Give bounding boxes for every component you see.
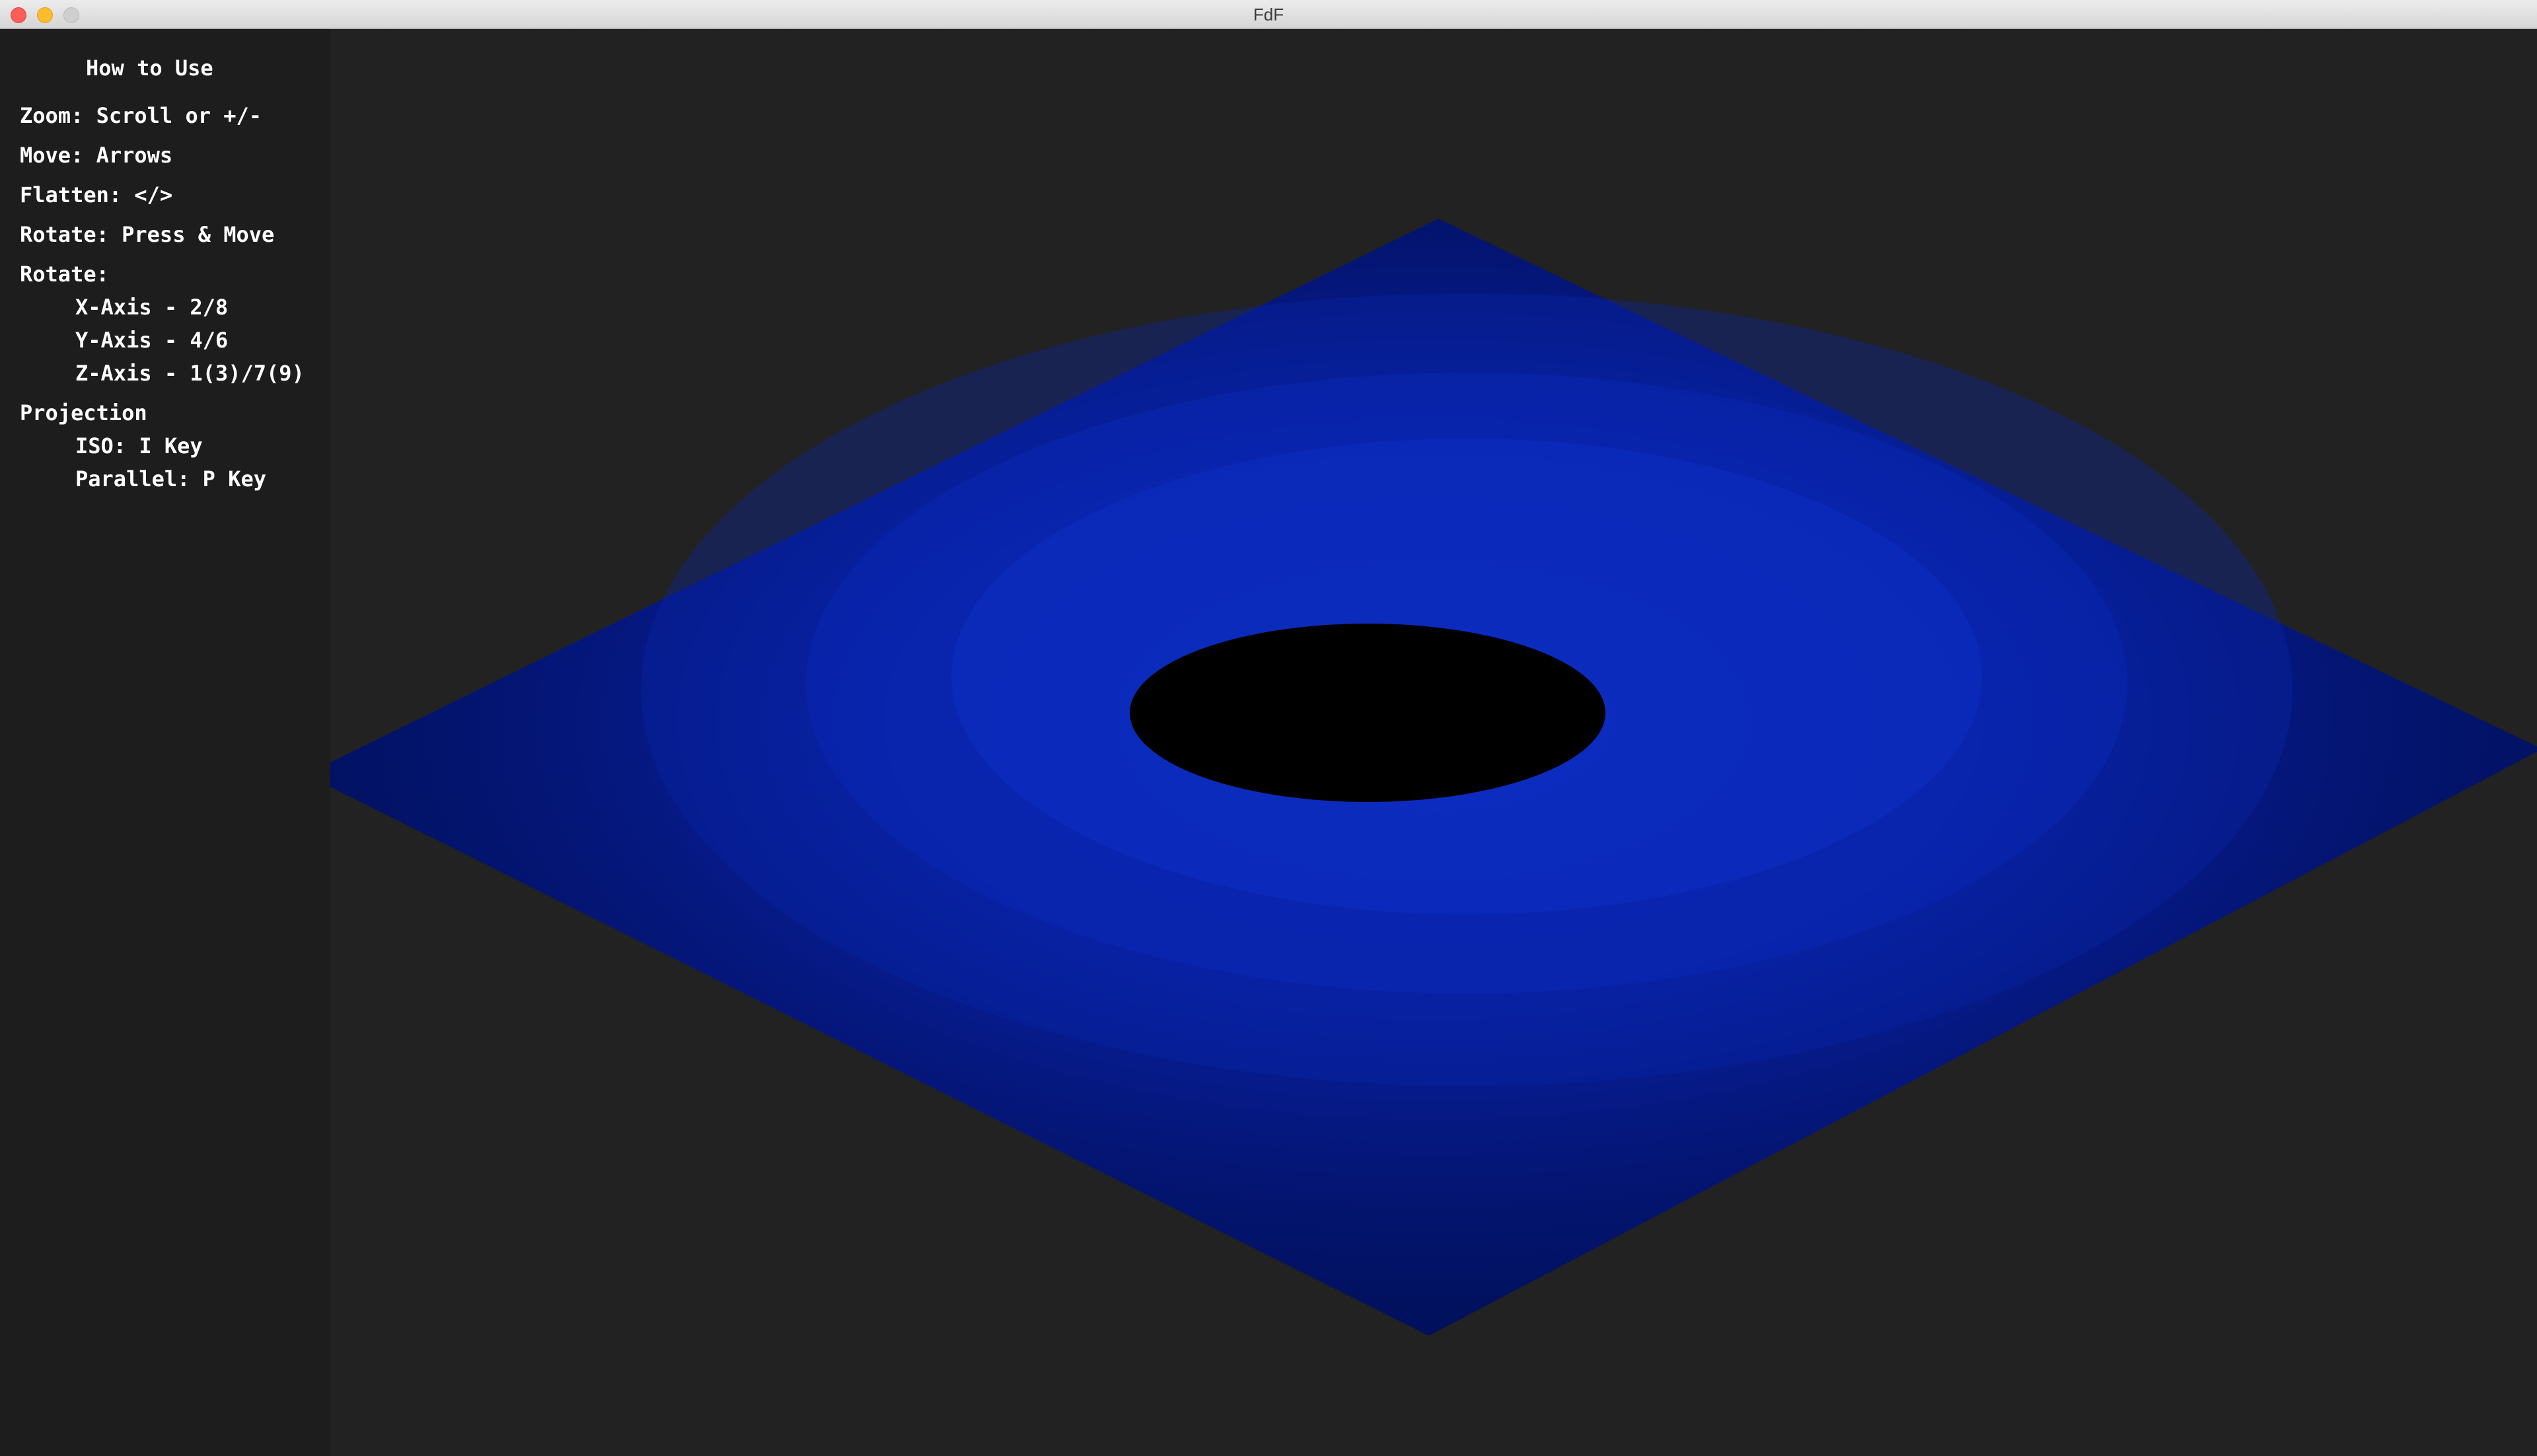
help-rotate-heading: Rotate: (20, 262, 109, 287)
help-y-axis: Y-Axis - 4/6 (75, 328, 229, 353)
help-flatten: Flatten: </> (20, 182, 173, 207)
help-parallel: Parallel: P Key (75, 466, 266, 491)
render-canvas[interactable] (330, 29, 2537, 1456)
app-window: FdF How to Use Zoom: Scroll or +/- Move:… (0, 0, 2537, 1456)
help-iso: ISO: I Key (75, 433, 203, 458)
window-title: FdF (1253, 5, 1284, 24)
help-move: Move: Arrows (20, 143, 173, 168)
wireframe-render[interactable] (330, 29, 2537, 1456)
title-bar[interactable]: FdF (0, 0, 2537, 29)
help-zoom: Zoom: Scroll or +/- (20, 103, 262, 128)
help-z-axis: Z-Axis - 1(3)/7(9) (75, 361, 305, 386)
help-heading: How to Use (86, 55, 213, 81)
help-rotate-mouse: Rotate: Press & Move (20, 222, 275, 247)
help-panel: How to Use Zoom: Scroll or +/- Move: Arr… (0, 29, 330, 1456)
help-projection-heading: Projection (20, 400, 147, 425)
mandelbrot-hole (1130, 624, 1605, 802)
help-x-axis: X-Axis - 2/8 (75, 295, 229, 320)
